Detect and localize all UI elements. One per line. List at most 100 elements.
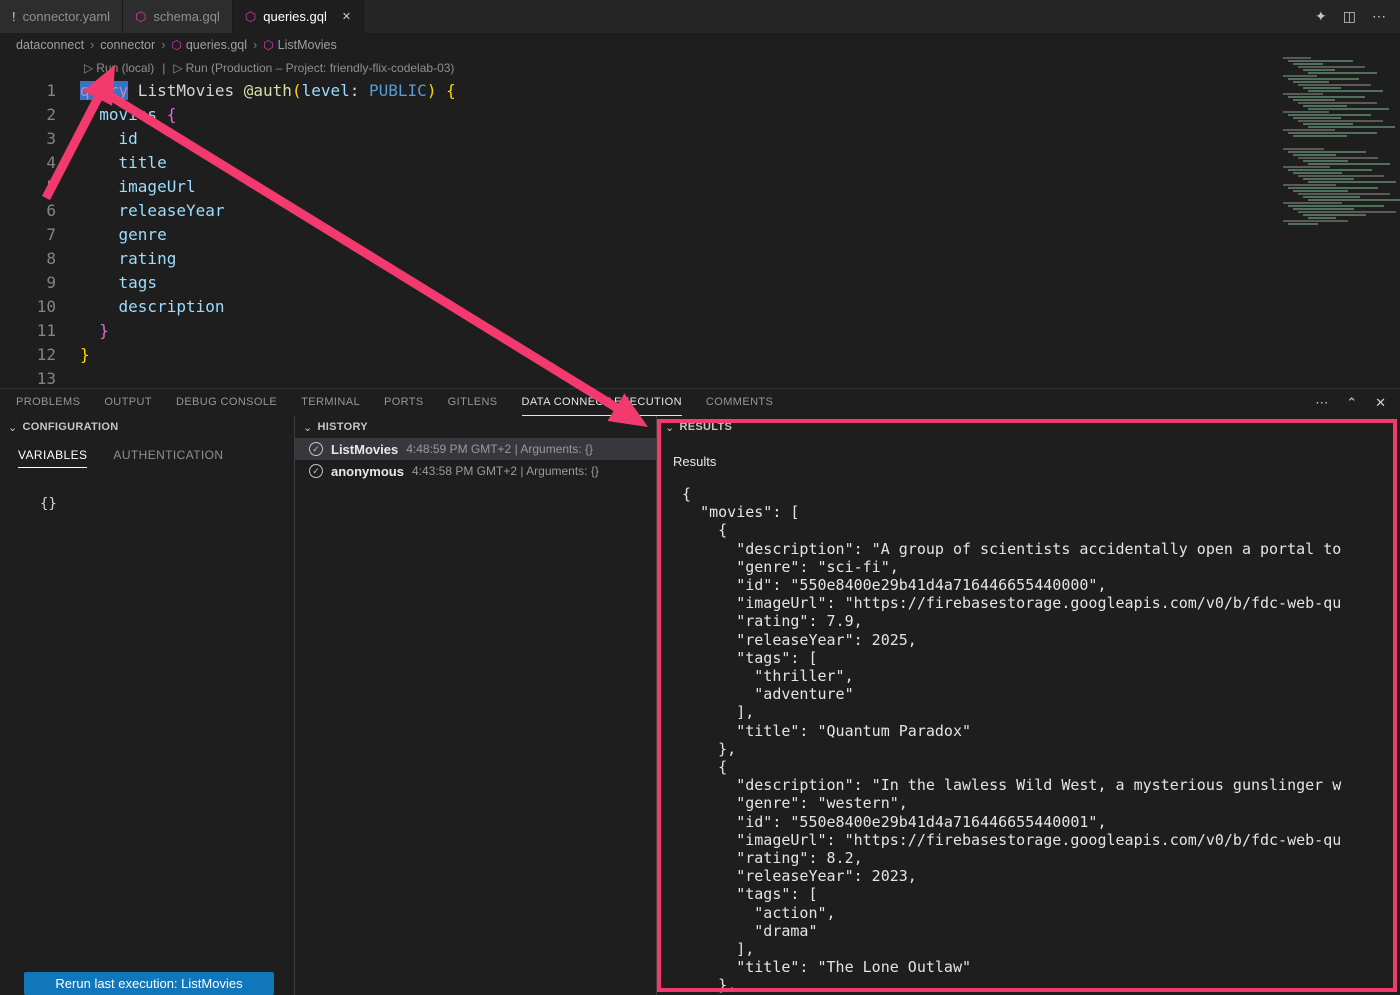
results-title: RESULTS	[680, 421, 733, 433]
code-line: 9 tags	[0, 271, 1400, 295]
breadcrumb-separator: ›	[161, 38, 165, 52]
history-section: ⌄ HISTORY ✓ ListMovies 4:48:59 PM GMT+2 | …	[295, 416, 657, 995]
config-tab-variables[interactable]: VARIABLES	[18, 448, 87, 468]
hexagon-icon: ⬡	[135, 10, 146, 23]
code-text: imageUrl	[56, 175, 196, 199]
code-line: 13	[0, 367, 1400, 388]
run-production-label: Run (Production – Project: friendly-flix…	[186, 61, 455, 75]
panel-actions: ⋯ ⌃ ✕	[1315, 389, 1400, 416]
tab-label: schema.gql	[153, 9, 219, 24]
breadcrumb-label: ListMovies	[278, 38, 337, 52]
tab-label: queries.gql	[263, 9, 327, 24]
editor-tab-connector.yaml[interactable]: !connector.yaml	[0, 0, 123, 33]
code-line: 7 genre	[0, 223, 1400, 247]
panel-tab-bar: PROBLEMS OUTPUT DEBUG CONSOLE TERMINAL PORTS…	[0, 389, 1400, 416]
results-header[interactable]: ⌄ RESULTS	[657, 416, 1400, 438]
panel-tab-terminal[interactable]: TERMINAL	[301, 389, 360, 416]
run-icon: ▷	[173, 61, 182, 75]
run-local-label: Run (local)	[96, 61, 154, 75]
code-area[interactable]: 1query ListMovies @auth(level: PUBLIC) {…	[0, 79, 1400, 388]
split-editor-icon[interactable]: ◫	[1343, 8, 1356, 25]
breadcrumb-item-queries.gql[interactable]: ⬡ queries.gql	[171, 38, 247, 52]
editor-tab-queries.gql[interactable]: ⬡ queries.gql ✕	[233, 0, 364, 33]
panel-tab-data-connect-execution[interactable]: DATA CONNECT EXECUTION	[522, 389, 682, 416]
run-production-link[interactable]: ▷ Run (Production – Project: friendly-fli…	[173, 61, 454, 75]
line-number: 4	[0, 151, 56, 175]
hexagon-icon: ⬡	[245, 10, 256, 23]
breadcrumb-label: dataconnect	[16, 38, 84, 52]
breadcrumb-item-dataconnect[interactable]: dataconnect	[16, 38, 84, 52]
history-header[interactable]: ⌄ HISTORY	[295, 416, 656, 438]
breadcrumb-item-connector[interactable]: connector	[100, 38, 155, 52]
panel-more-icon[interactable]: ⋯	[1315, 395, 1328, 411]
panel-tab-gitlens[interactable]: GITLENS	[448, 389, 498, 416]
editor: ▷Run (local) | ▷ Run (Production – Projec…	[0, 57, 1400, 388]
config-tab-authentication[interactable]: AUTHENTICATION	[113, 448, 223, 468]
breadcrumb-label: queries.gql	[186, 38, 247, 52]
line-number: 10	[0, 295, 56, 319]
chevron-down-icon: ⌄	[665, 421, 675, 434]
chevron-down-icon: ⌄	[8, 421, 18, 434]
check-circle-icon: ✓	[309, 442, 323, 456]
code-line: 10 description	[0, 295, 1400, 319]
editor-tab-schema.gql[interactable]: ⬡ schema.gql	[123, 0, 233, 33]
panel-tabs: PROBLEMS OUTPUT DEBUG CONSOLE TERMINAL PORTS…	[16, 389, 797, 416]
line-number: 7	[0, 223, 56, 247]
configuration-header[interactable]: ⌄ CONFIGURATION	[0, 416, 294, 438]
history-list: ✓ ListMovies 4:48:59 PM GMT+2 | Arguments:…	[295, 438, 656, 482]
panel-tab-output[interactable]: OUTPUT	[104, 389, 152, 416]
panel-tab-comments[interactable]: COMMENTS	[706, 389, 773, 416]
check-circle-icon: ✓	[309, 464, 323, 478]
run-local-link[interactable]: ▷Run (local)	[84, 61, 154, 75]
rerun-last-execution-button[interactable]: Rerun last execution: ListMovies	[24, 972, 274, 995]
code-text: }	[56, 343, 90, 367]
editor-actions: ✦ ◫ ⋯	[1315, 0, 1400, 33]
more-actions-icon[interactable]: ⋯	[1372, 8, 1386, 25]
code-line: 8 rating	[0, 247, 1400, 271]
history-row-name: ListMovies	[331, 442, 398, 457]
results-json[interactable]: { "movies": [ { "description": "A group …	[657, 477, 1400, 995]
panel-tab-debug-console[interactable]: DEBUG CONSOLE	[176, 389, 277, 416]
configuration-section: ⌄ CONFIGURATION VARIABLESAUTHENTICATION …	[0, 416, 295, 995]
code-line: 1query ListMovies @auth(level: PUBLIC) {	[0, 79, 1400, 103]
breadcrumb-item-ListMovies[interactable]: ⬡ ListMovies	[263, 38, 337, 52]
code-line: 5 imageUrl	[0, 175, 1400, 199]
configuration-tabs: VARIABLES AUTHENTICATION	[0, 438, 294, 468]
code-text: }	[56, 319, 109, 343]
hexagon-icon: ⬡	[171, 38, 181, 52]
code-line: 4 title	[0, 151, 1400, 175]
code-text: title	[56, 151, 167, 175]
code-line: 11 }	[0, 319, 1400, 343]
code-line: 3 id	[0, 127, 1400, 151]
history-row[interactable]: ✓ ListMovies 4:48:59 PM GMT+2 | Arguments:…	[295, 438, 656, 460]
line-number: 3	[0, 127, 56, 151]
hexagon-icon: ⬡	[263, 38, 273, 52]
panel-maximize-icon[interactable]: ⌃	[1346, 395, 1357, 411]
code-line: 6 releaseYear	[0, 199, 1400, 223]
sparkle-icon[interactable]: ✦	[1315, 8, 1327, 25]
configuration-title: CONFIGURATION	[23, 421, 119, 433]
breadcrumb-label: connector	[100, 38, 155, 52]
panel-tab-problems[interactable]: PROBLEMS	[16, 389, 80, 416]
history-row-meta: 4:48:59 PM GMT+2 | Arguments: {}	[406, 442, 593, 456]
minimap[interactable]	[1283, 57, 1398, 226]
history-title: HISTORY	[318, 421, 368, 433]
breadcrumb-separator: ›	[253, 38, 257, 52]
line-number: 11	[0, 319, 56, 343]
line-number: 9	[0, 271, 56, 295]
code-text: query ListMovies @auth(level: PUBLIC) {	[56, 79, 456, 103]
panel-close-icon[interactable]: ✕	[1375, 395, 1386, 411]
codelens-separator: |	[162, 61, 165, 75]
code-text	[56, 367, 80, 388]
codelens: ▷Run (local) | ▷ Run (Production – Projec…	[0, 57, 1400, 79]
variables-value[interactable]: {}	[40, 496, 294, 512]
panel-tab-ports[interactable]: PORTS	[384, 389, 424, 416]
close-icon[interactable]: ✕	[342, 10, 351, 23]
history-row[interactable]: ✓anonymous4:43:58 PM GMT+2 | Arguments: …	[295, 460, 656, 482]
code-line: 2 movies {	[0, 103, 1400, 127]
code-text: tags	[56, 271, 157, 295]
results-subheader: Results	[657, 438, 1400, 477]
line-number: 13	[0, 367, 56, 388]
breadcrumb: dataconnect›connector›⬡queries.gql›⬡List…	[0, 33, 1400, 57]
panel-body: ⌄ CONFIGURATION VARIABLESAUTHENTICATION …	[0, 416, 1400, 995]
